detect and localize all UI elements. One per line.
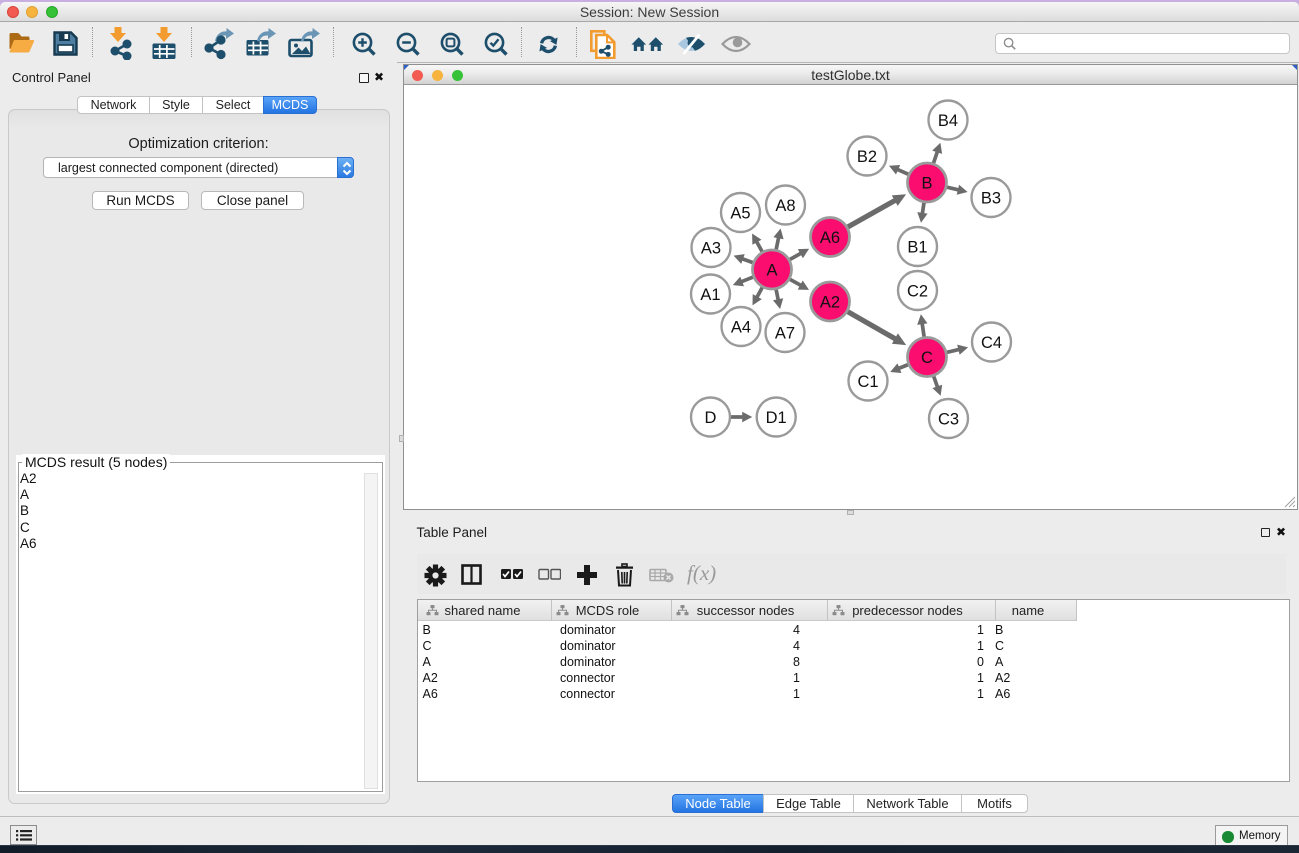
svg-text:A4: A4 bbox=[731, 318, 751, 336]
svg-text:C2: C2 bbox=[907, 282, 928, 300]
svg-text:C1: C1 bbox=[857, 373, 878, 391]
svg-text:C3: C3 bbox=[938, 410, 959, 428]
svg-text:A1: A1 bbox=[700, 286, 720, 304]
svg-text:B4: B4 bbox=[938, 112, 958, 130]
svg-text:A8: A8 bbox=[775, 197, 795, 215]
svg-text:C4: C4 bbox=[981, 334, 1002, 352]
svg-text:D: D bbox=[705, 409, 717, 427]
svg-text:A2: A2 bbox=[820, 293, 840, 311]
svg-text:C: C bbox=[921, 349, 933, 367]
svg-text:B2: B2 bbox=[857, 148, 877, 166]
svg-text:A7: A7 bbox=[775, 324, 795, 342]
svg-text:A: A bbox=[766, 261, 777, 279]
svg-text:A5: A5 bbox=[730, 204, 750, 222]
svg-text:B: B bbox=[921, 174, 932, 192]
svg-text:B1: B1 bbox=[907, 238, 927, 256]
svg-text:D1: D1 bbox=[766, 409, 787, 427]
svg-text:A3: A3 bbox=[701, 239, 721, 257]
svg-text:B3: B3 bbox=[981, 189, 1001, 207]
svg-text:A6: A6 bbox=[820, 229, 840, 247]
